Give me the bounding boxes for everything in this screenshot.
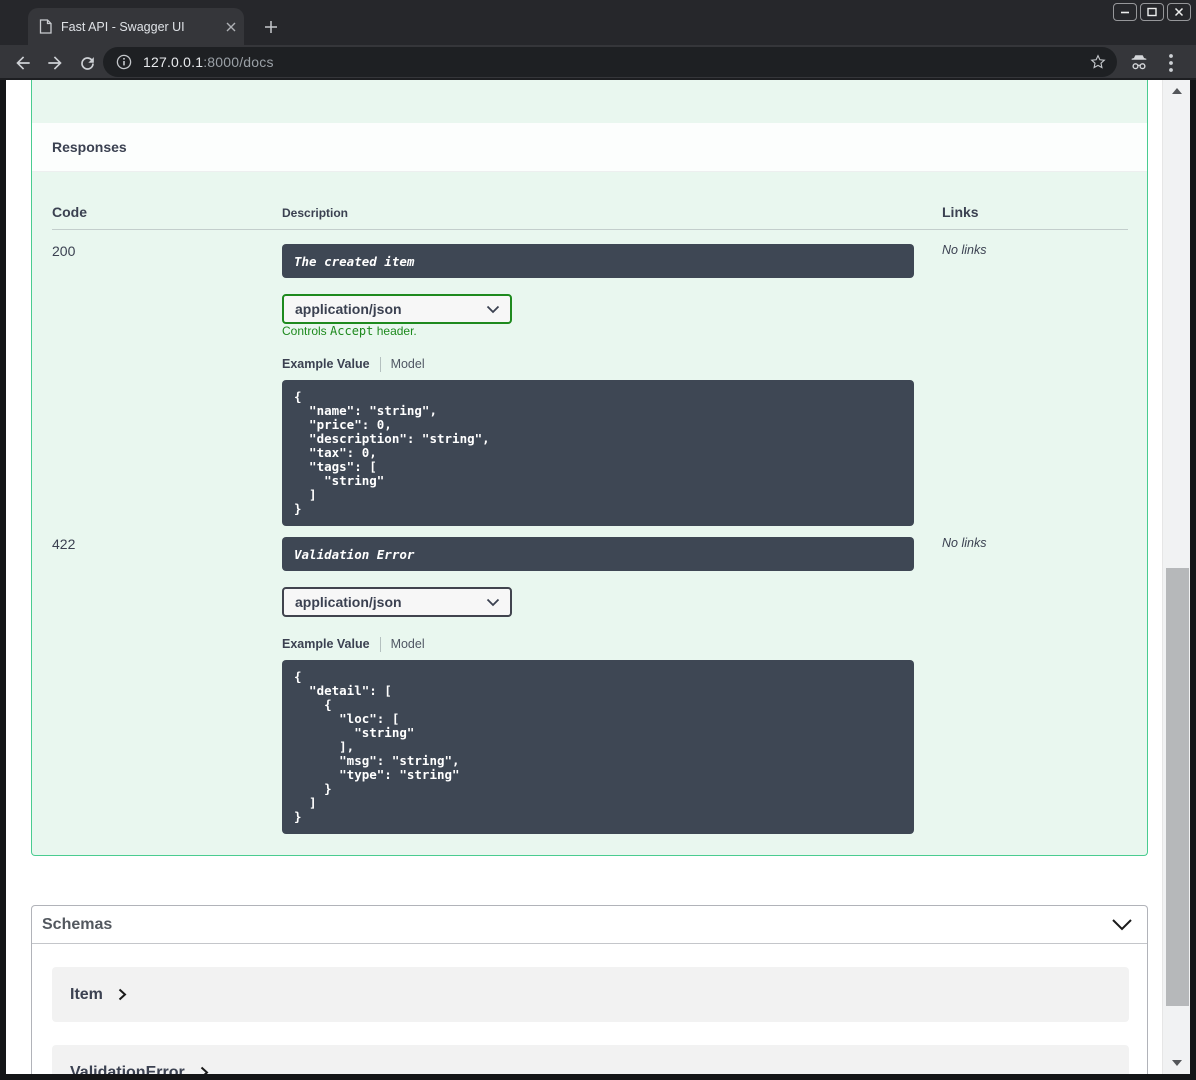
window-controls — [1113, 3, 1191, 21]
browser-toolbar: 127.0.0.1:8000/docs — [0, 45, 1196, 80]
back-arrow-icon[interactable] — [12, 52, 34, 74]
example-model-tabs-200: Example Value Model — [282, 356, 425, 372]
url-host: 127.0.0.1 — [143, 54, 204, 70]
title-bar: Fast API - Swagger UI — [0, 0, 1196, 45]
browser-window: Fast API - Swagger UI 127.0.0.1:8000/doc… — [0, 0, 1196, 1080]
minimize-button[interactable] — [1113, 3, 1137, 21]
schemas-header[interactable]: Schemas — [32, 906, 1147, 944]
media-type-select-200[interactable]: application/json — [282, 294, 512, 324]
tab-title: Fast API - Swagger UI — [61, 19, 185, 34]
document-icon — [39, 19, 52, 34]
new-tab-button[interactable] — [261, 17, 281, 37]
url-bar[interactable]: 127.0.0.1:8000/docs — [103, 47, 1117, 77]
tab-separator — [379, 636, 381, 652]
links-value-200: No links — [942, 243, 987, 257]
page-viewport: Responses Code Description Links 200 The… — [6, 80, 1190, 1074]
browser-tab[interactable]: Fast API - Swagger UI — [28, 8, 244, 45]
example-json-200: { "name": "string", "price": 0, "descrip… — [282, 380, 914, 526]
tab-model[interactable]: Model — [391, 357, 425, 371]
incognito-icon[interactable] — [1126, 50, 1152, 76]
links-value-422: No links — [942, 536, 987, 550]
controls-note-suffix: header. — [373, 324, 417, 338]
schema-validationerror-card[interactable]: ValidationError — [52, 1045, 1129, 1074]
response-description-422: Validation Error — [282, 537, 914, 571]
response-code-422: 422 — [52, 536, 76, 552]
response-description-200: The created item — [282, 244, 914, 278]
media-type-value-200: application/json — [295, 301, 402, 317]
scrollbar[interactable] — [1162, 80, 1190, 1074]
column-description: Description — [282, 206, 349, 220]
example-json-422-code: { "detail": [ { "loc": [ "string" ], "ms… — [294, 669, 460, 824]
responses-title: Responses — [52, 139, 127, 155]
responses-table-header: Code Description Links — [52, 198, 1128, 230]
chevron-down-icon — [486, 305, 500, 314]
response-description-422-text: Validation Error — [294, 546, 415, 562]
chevron-down-icon[interactable] — [1111, 918, 1133, 931]
tab-example-value[interactable]: Example Value — [282, 357, 370, 371]
url-text: 127.0.0.1:8000/docs — [143, 54, 274, 70]
example-json-422: { "detail": [ { "loc": [ "string" ], "ms… — [282, 660, 914, 834]
star-icon[interactable] — [1089, 53, 1107, 71]
controls-note-prefix: Controls — [282, 324, 331, 338]
media-type-value-422: application/json — [295, 594, 402, 610]
response-description-200-text: The created item — [294, 253, 415, 269]
media-type-select-422[interactable]: application/json — [282, 587, 512, 617]
schema-item-card[interactable]: Item — [52, 967, 1129, 1022]
schemas-section: Schemas Item ValidationError — [31, 905, 1148, 1074]
menu-dots-icon[interactable] — [1161, 50, 1181, 76]
response-code-200: 200 — [52, 243, 76, 259]
schemas-title: Schemas — [42, 915, 113, 933]
controls-note-code: Accept — [330, 324, 374, 338]
chevron-right-icon — [200, 1066, 209, 1074]
forward-arrow-icon[interactable] — [44, 52, 66, 74]
reload-icon[interactable] — [76, 52, 98, 74]
close-window-button[interactable] — [1167, 3, 1191, 21]
tab-example-value[interactable]: Example Value — [282, 637, 370, 651]
url-path: :8000/docs — [203, 54, 274, 70]
responses-section-header: Responses — [32, 123, 1147, 172]
controls-accept-note: Controls Accept header. — [282, 324, 417, 338]
chevron-right-icon — [118, 988, 127, 1001]
chevron-down-icon — [486, 598, 500, 607]
responses-opblock: Responses Code Description Links 200 The… — [31, 80, 1148, 856]
example-model-tabs-422: Example Value Model — [282, 636, 425, 652]
schema-name: ValidationError — [70, 1063, 185, 1075]
example-json-200-code: { "name": "string", "price": 0, "descrip… — [294, 389, 490, 516]
tab-separator — [379, 356, 381, 372]
schema-name: Item — [70, 985, 103, 1003]
column-links: Links — [942, 204, 979, 220]
tab-model[interactable]: Model — [391, 637, 425, 651]
info-icon[interactable] — [116, 54, 132, 70]
scroll-up-icon[interactable] — [1172, 88, 1182, 94]
scrollbar-thumb[interactable] — [1166, 568, 1189, 1006]
maximize-button[interactable] — [1140, 3, 1164, 21]
scroll-down-icon[interactable] — [1172, 1060, 1182, 1066]
tab-close-icon[interactable] — [226, 22, 236, 32]
column-code: Code — [52, 204, 87, 220]
